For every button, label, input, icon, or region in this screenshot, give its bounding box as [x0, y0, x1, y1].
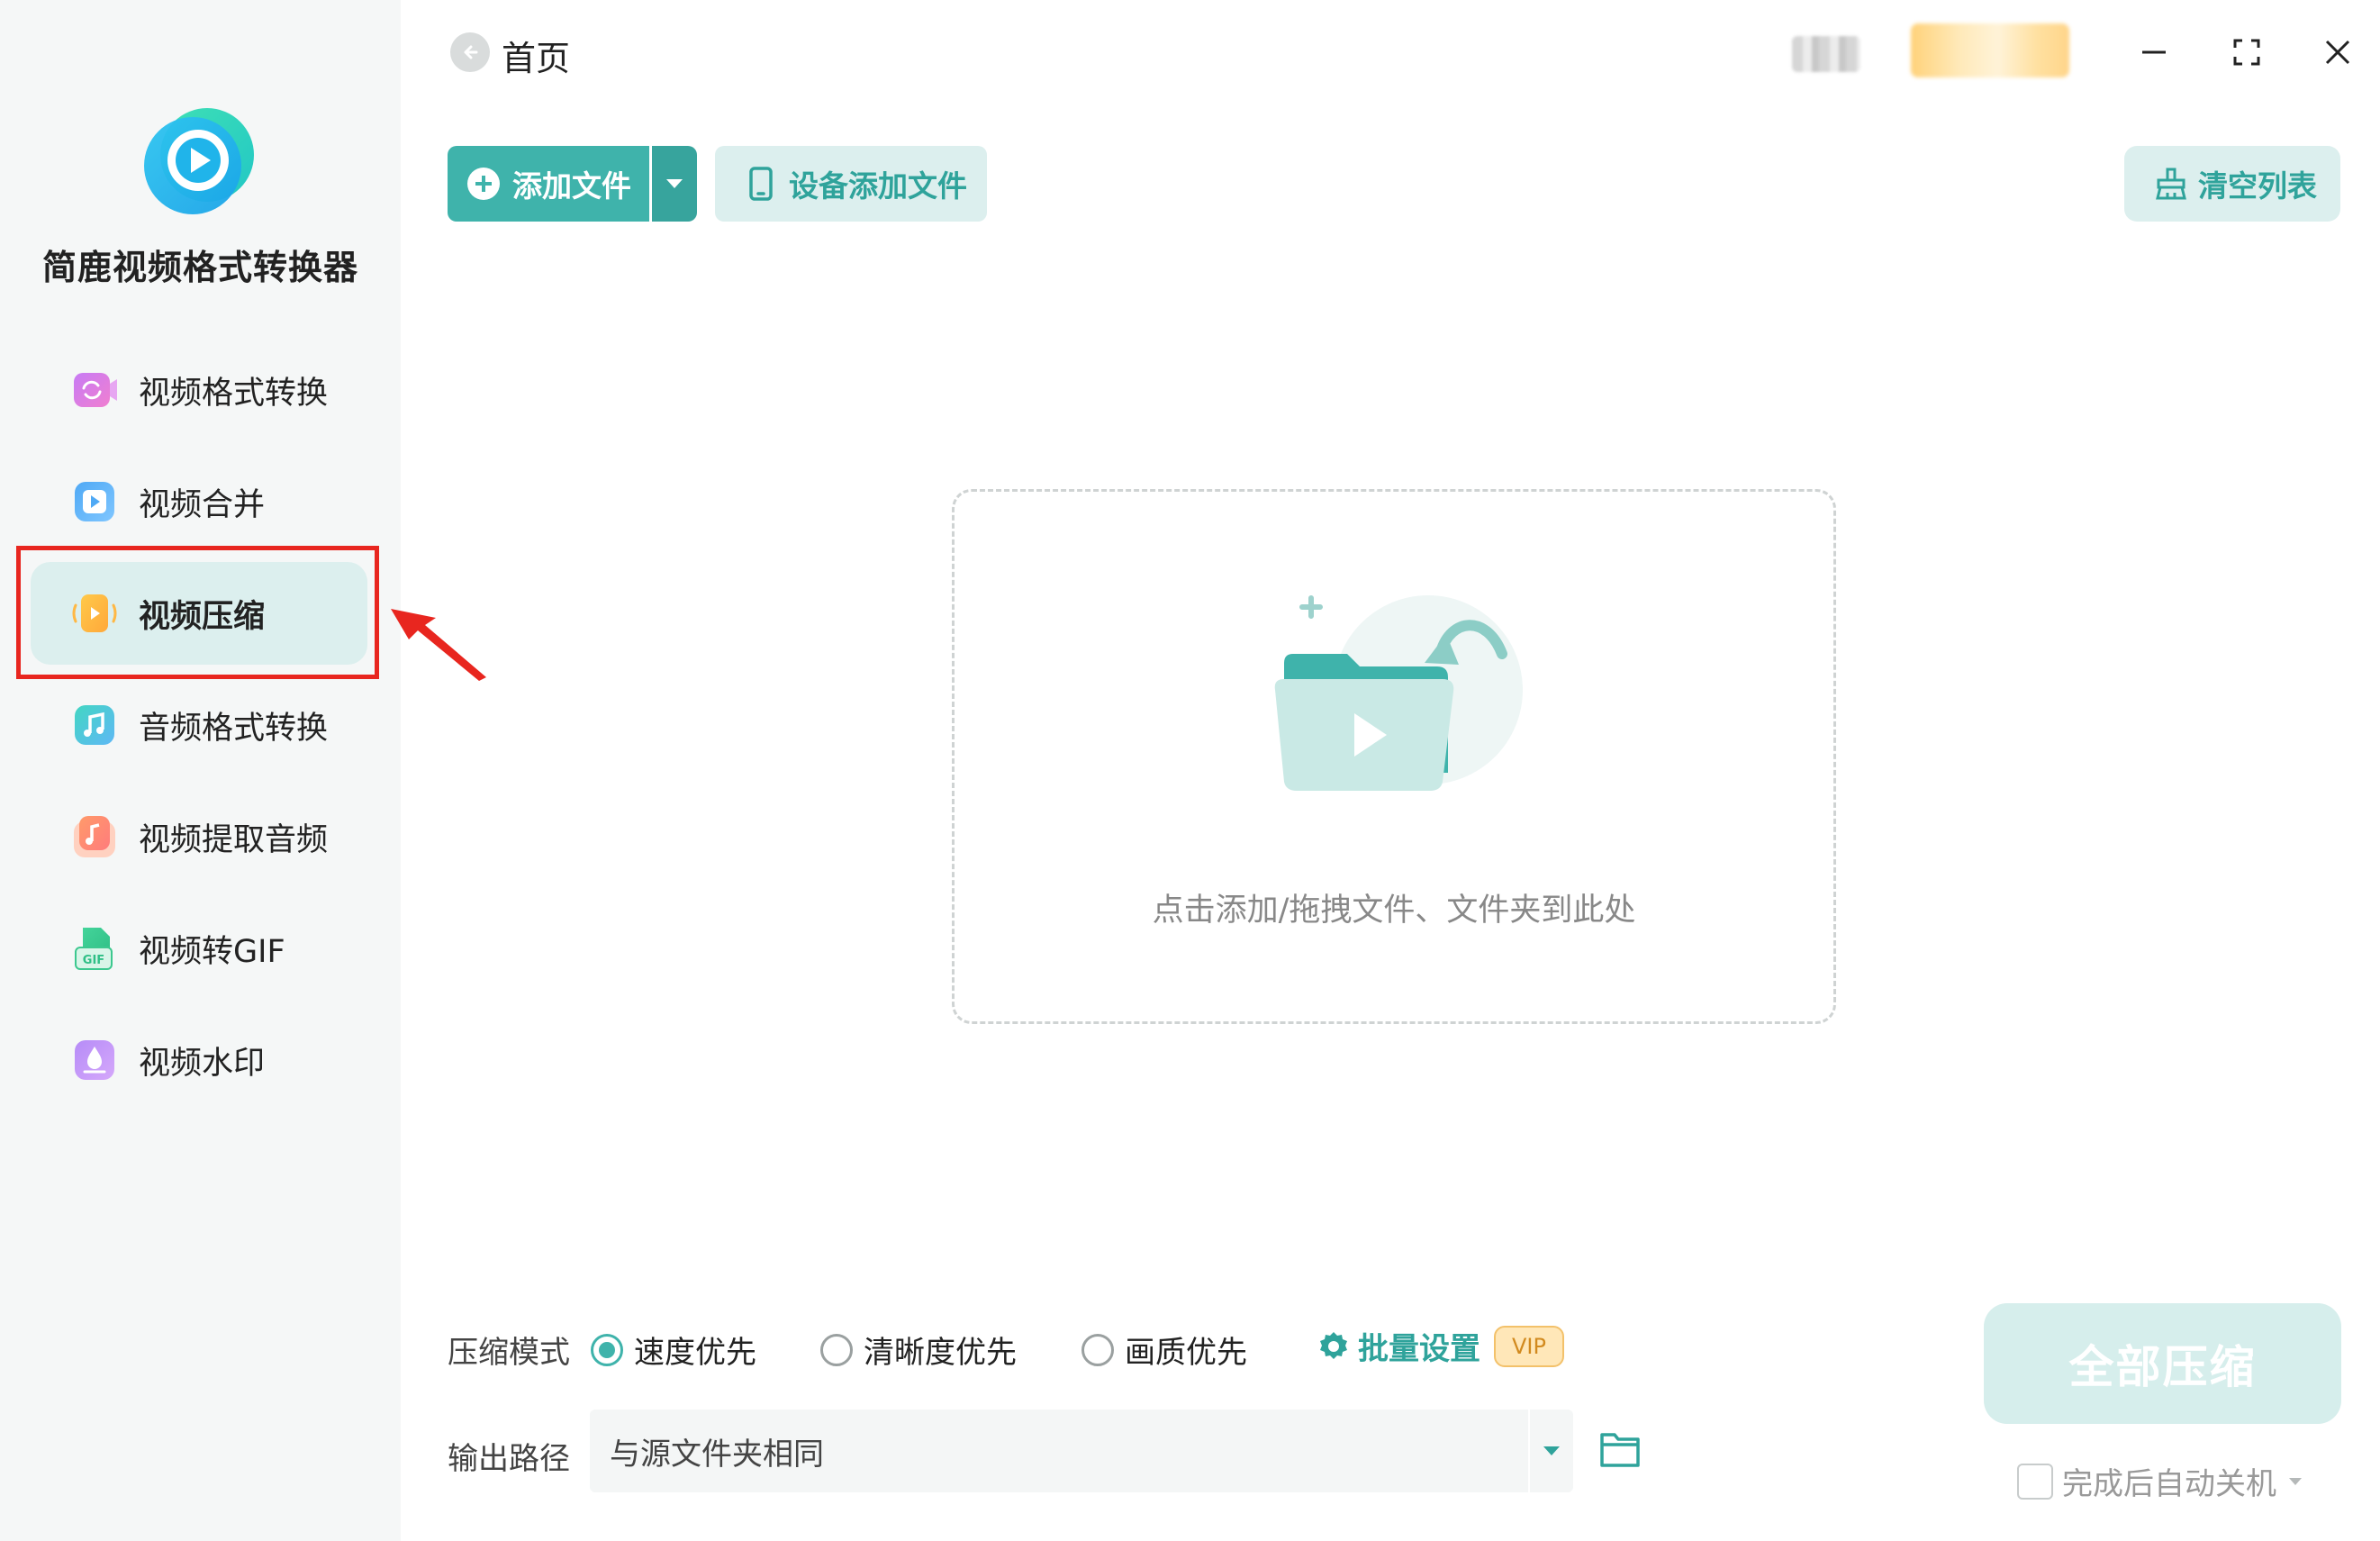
output-path-label: 输出路径	[448, 1441, 570, 1477]
chevron-down-icon[interactable]	[2289, 1477, 2302, 1485]
sidebar-item-video-watermark[interactable]: 视频水印	[31, 1009, 367, 1111]
vip-badge: VIP	[1494, 1326, 1564, 1367]
mode-radio-clarity[interactable]: 清晰度优先	[820, 1328, 1017, 1372]
chevron-down-icon[interactable]	[1528, 1410, 1573, 1492]
mode-radio-label: 速度优先	[634, 1335, 756, 1371]
mode-radio-quality[interactable]: 画质优先	[1081, 1328, 1247, 1372]
auto-shutdown-label: 完成后自动关机	[2062, 1466, 2276, 1502]
broom-icon	[2156, 168, 2186, 200]
close-button[interactable]	[2312, 27, 2363, 77]
close-icon	[2325, 40, 2350, 65]
auto-shutdown-checkbox[interactable]	[2017, 1463, 2053, 1500]
device-add-file-button[interactable]: 设备添加文件	[715, 146, 987, 222]
sidebar-item-video-compress[interactable]: 视频压缩	[31, 562, 367, 665]
sidebar-item-label: 音频格式转换	[139, 710, 329, 747]
maximize-button[interactable]	[2222, 27, 2272, 77]
maximize-icon	[2233, 39, 2260, 66]
file-drop-zone[interactable]: 点击添加/拖拽文件、文件夹到此处	[952, 489, 1836, 1024]
vip-badge-blurred[interactable]	[1911, 23, 2069, 77]
radio-circle	[591, 1333, 623, 1366]
extract-audio-icon	[74, 816, 115, 857]
minimize-icon	[2142, 50, 2166, 54]
app-logo-icon	[144, 108, 254, 214]
app-title: 简鹿视频格式转换器	[41, 248, 358, 287]
plus-circle-icon	[467, 168, 500, 200]
radio-circle	[820, 1333, 853, 1366]
output-path-select[interactable]: 与源文件夹相同	[590, 1410, 1573, 1492]
phone-icon	[749, 167, 773, 201]
video-compress-icon	[72, 594, 117, 632]
batch-settings-button[interactable]: 批量设置	[1317, 1324, 1480, 1368]
add-file-button[interactable]: 添加文件	[448, 146, 649, 222]
add-file-label: 添加文件	[512, 168, 631, 204]
audio-convert-icon	[75, 705, 114, 745]
video-convert-icon	[74, 373, 117, 407]
sidebar-item-audio-convert[interactable]: 音频格式转换	[31, 674, 367, 776]
radio-circle	[1081, 1333, 1114, 1366]
clear-list-label: 清空列表	[2198, 168, 2317, 204]
video-watermark-icon	[75, 1040, 114, 1080]
clear-list-button[interactable]: 清空列表	[2124, 146, 2340, 222]
add-file-dropdown-button[interactable]	[652, 146, 697, 222]
page-title[interactable]: 首页	[502, 31, 570, 80]
sidebar-item-label: 视频压缩	[139, 598, 266, 635]
sidebar-item-video-merge[interactable]: 视频合并	[31, 450, 367, 553]
compress-all-label: 全部压缩	[2068, 1341, 2257, 1393]
device-add-file-label: 设备添加文件	[789, 168, 967, 204]
drop-zone-hint: 点击添加/拖拽文件、文件夹到此处	[1152, 893, 1636, 929]
video-merge-icon	[75, 482, 114, 521]
compress-all-button[interactable]: 全部压缩	[1984, 1303, 2341, 1424]
auto-shutdown-toggle[interactable]: 完成后自动关机	[2017, 1459, 2302, 1503]
svg-text:GIF: GIF	[83, 954, 104, 967]
add-folder-illustration-icon	[1274, 595, 1523, 791]
sidebar-item-label: 视频水印	[139, 1045, 266, 1082]
account-info-blurred[interactable]	[1792, 36, 1860, 72]
sidebar-item-video-to-gif[interactable]: GIF 视频转GIF	[31, 897, 367, 1000]
sidebar-item-label: 视频格式转换	[139, 375, 329, 412]
annotation-arrow-icon	[391, 609, 486, 681]
mode-radio-speed[interactable]: 速度优先	[591, 1328, 756, 1372]
back-button[interactable]	[450, 32, 490, 72]
sidebar-item-label: 视频提取音频	[139, 821, 329, 858]
mode-radio-label: 清晰度优先	[864, 1335, 1017, 1371]
sidebar-item-label: 视频转GIF	[139, 933, 285, 970]
gear-icon	[1320, 1331, 1347, 1359]
sidebar-item-video-convert[interactable]: 视频格式转换	[31, 339, 367, 441]
output-path-value: 与源文件夹相同	[610, 1436, 824, 1473]
mode-radio-label: 画质优先	[1125, 1335, 1247, 1371]
folder-open-icon[interactable]	[1598, 1429, 1642, 1469]
sidebar: 简鹿视频格式转换器 视频格式转换 视频合并 视频压缩 音频格式转换 视频提取音频…	[0, 0, 401, 1541]
sidebar-item-extract-audio[interactable]: 视频提取音频	[31, 785, 367, 888]
arrow-left-icon	[464, 45, 478, 59]
sidebar-item-label: 视频合并	[139, 486, 266, 523]
video-to-gif-icon: GIF	[75, 928, 113, 970]
compress-mode-label: 压缩模式	[448, 1335, 570, 1371]
minimize-button[interactable]	[2129, 27, 2179, 77]
batch-settings-label: 批量设置	[1358, 1331, 1480, 1367]
